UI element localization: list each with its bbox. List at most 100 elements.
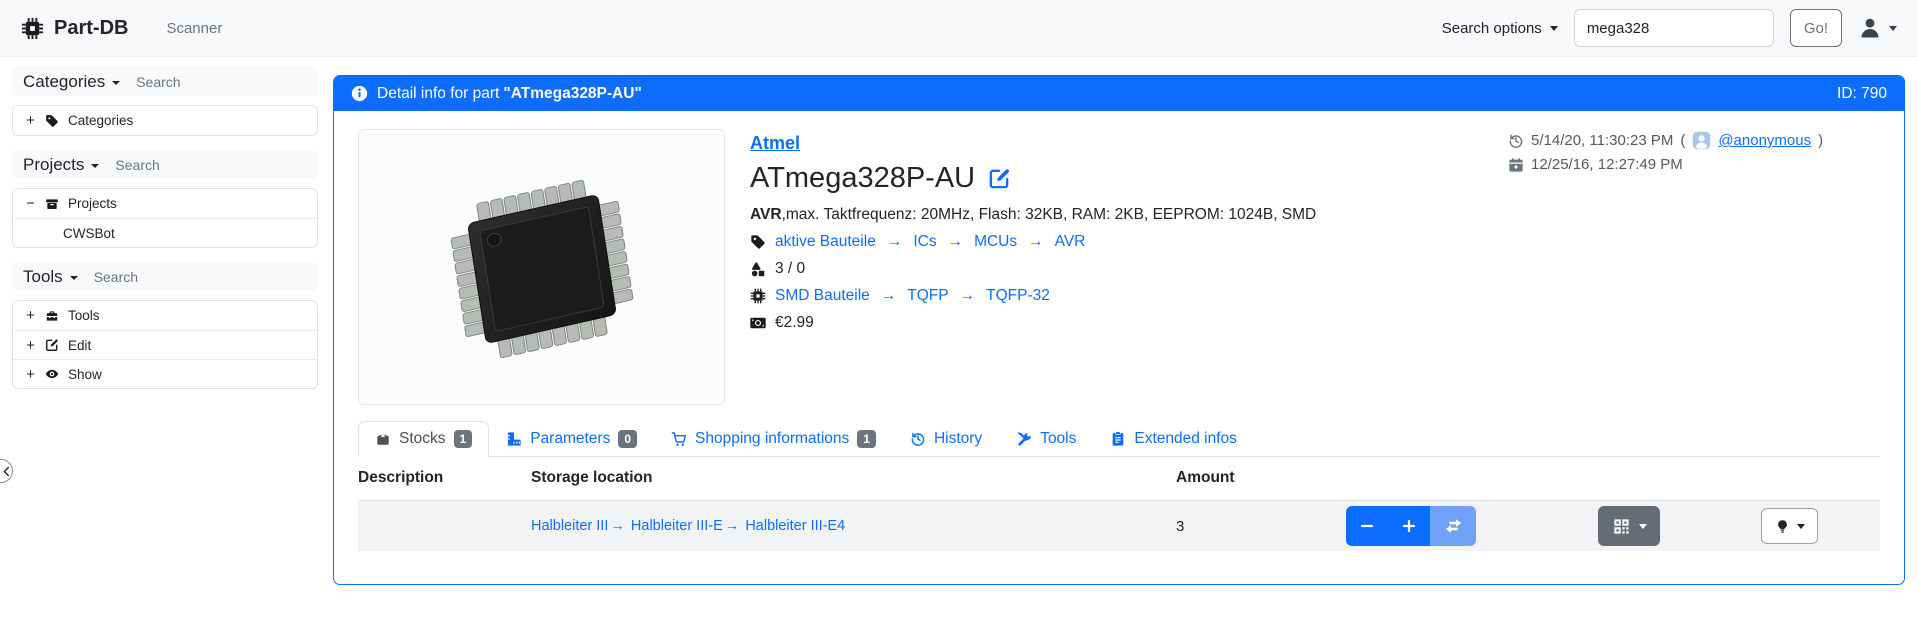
header-part-name: "ATmega328P-AU" bbox=[503, 85, 641, 103]
global-search-input[interactable] bbox=[1574, 9, 1774, 47]
led-locate-dropdown-button[interactable] bbox=[1761, 508, 1818, 544]
tree-item-label: Edit bbox=[68, 338, 91, 353]
tree-item-label: Projects bbox=[68, 196, 117, 211]
projects-search-input[interactable] bbox=[115, 157, 245, 173]
tab-label: Stocks bbox=[399, 430, 446, 448]
projects-title: Projects bbox=[23, 155, 84, 175]
calendar-plus-icon bbox=[1508, 157, 1524, 173]
cart-icon bbox=[671, 431, 687, 447]
categories-search-input[interactable] bbox=[136, 74, 266, 90]
part-meta: 5/14/20, 11:30:23 PM ( @anonymous) 12/25… bbox=[1508, 129, 1880, 405]
right-left-icon bbox=[1445, 519, 1462, 533]
tree-item-projects[interactable]: − Projects bbox=[13, 189, 317, 218]
increase-stock-button[interactable] bbox=[1388, 506, 1430, 546]
footprint-link[interactable]: TQFP bbox=[907, 287, 948, 305]
tools-tree: + Tools + Edit + Show bbox=[12, 300, 318, 389]
arrow-right-icon bbox=[881, 287, 897, 305]
history-clock-icon bbox=[1508, 133, 1524, 149]
expand-icon[interactable]: + bbox=[25, 307, 36, 324]
part-detail-card: Detail info for part "ATmega328P-AU" ID:… bbox=[333, 75, 1905, 585]
move-stock-button[interactable] bbox=[1430, 506, 1476, 546]
tree-item-label: CWSBot bbox=[63, 226, 115, 241]
paren-close: ) bbox=[1818, 132, 1823, 149]
tree-item-tools[interactable]: + Tools bbox=[13, 301, 317, 330]
qrcode-icon bbox=[1612, 517, 1631, 536]
header-prefix: Detail info for part bbox=[377, 85, 499, 103]
expand-icon[interactable]: + bbox=[25, 112, 36, 129]
tab-stocks[interactable]: Stocks 1 bbox=[358, 421, 489, 457]
tools-dropdown[interactable]: Tools bbox=[23, 267, 78, 287]
storage-location-link[interactable]: Halbleiter III-E bbox=[631, 518, 723, 534]
created-datetime: 12/25/16, 12:27:49 PM bbox=[1531, 156, 1683, 173]
chevron-down-icon bbox=[1550, 26, 1558, 31]
search-options-dropdown[interactable]: Search options bbox=[1442, 20, 1558, 37]
stock-amount-value: 3 bbox=[1176, 518, 1346, 535]
chip-photo bbox=[392, 157, 692, 377]
categories-tree: + Categories bbox=[12, 105, 318, 136]
info-circle-icon bbox=[351, 85, 368, 102]
tree-item-label: Tools bbox=[68, 308, 100, 323]
tab-parameters[interactable]: Parameters 0 bbox=[489, 421, 654, 457]
tree-item-categories[interactable]: + Categories bbox=[13, 106, 317, 135]
search-options-label: Search options bbox=[1442, 20, 1542, 37]
category-link[interactable]: ICs bbox=[913, 233, 936, 251]
chevron-down-icon bbox=[91, 164, 99, 168]
tree-item-edit[interactable]: + Edit bbox=[13, 330, 317, 359]
part-tabs: Stocks 1 Parameters 0 Shopping informati… bbox=[358, 421, 1880, 457]
tab-extended-infos[interactable]: Extended infos bbox=[1093, 421, 1254, 457]
projects-dropdown[interactable]: Projects bbox=[23, 155, 99, 175]
manufacturer-link[interactable]: Atmel bbox=[750, 133, 800, 153]
user-menu-dropdown[interactable] bbox=[1858, 16, 1897, 40]
tab-shopping-informations[interactable]: Shopping informations 1 bbox=[654, 421, 893, 457]
tab-label: Parameters bbox=[530, 430, 610, 448]
minus-icon bbox=[1360, 519, 1374, 533]
chevron-down-icon bbox=[1639, 524, 1647, 529]
label-qrcode-dropdown-button[interactable] bbox=[1598, 506, 1660, 546]
expand-icon[interactable]: + bbox=[25, 366, 36, 383]
person-icon bbox=[1858, 16, 1882, 40]
categories-dropdown[interactable]: Categories bbox=[23, 72, 120, 92]
tools-search-input[interactable] bbox=[94, 269, 224, 285]
category-breadcrumb: aktive Bauteile ICs MCUs AVR bbox=[750, 233, 1508, 251]
storage-location-link[interactable]: Halbleiter III-E4 bbox=[745, 518, 845, 534]
category-link[interactable]: MCUs bbox=[974, 233, 1017, 251]
amount-summary: 3 / 0 bbox=[775, 260, 805, 278]
expand-icon[interactable]: + bbox=[25, 337, 36, 354]
sidebar-section-projects-header: Projects bbox=[12, 150, 318, 179]
arrow-right-icon bbox=[948, 233, 964, 251]
toolbox-icon bbox=[45, 309, 59, 323]
collapse-icon[interactable]: − bbox=[25, 195, 36, 212]
nav-link-scanner[interactable]: Scanner bbox=[166, 20, 222, 37]
search-go-button[interactable]: Go! bbox=[1790, 9, 1842, 47]
category-link[interactable]: aktive Bauteile bbox=[775, 233, 876, 251]
tab-tools[interactable]: Tools bbox=[999, 421, 1093, 457]
part-image[interactable] bbox=[358, 129, 725, 405]
sidebar-collapse-toggle[interactable] bbox=[0, 459, 13, 483]
footprint-link[interactable]: TQFP-32 bbox=[986, 287, 1050, 305]
history-icon bbox=[910, 431, 926, 447]
tree-item-cwsbot[interactable]: CWSBot bbox=[13, 218, 317, 247]
part-description: AVR,max. Taktfrequenz: 20MHz, Flash: 32K… bbox=[750, 206, 1508, 224]
decrease-stock-button[interactable] bbox=[1346, 506, 1388, 546]
part-name-title: ATmega328P-AU bbox=[750, 162, 975, 195]
screwdriver-wrench-icon bbox=[1016, 431, 1032, 447]
top-navbar: Part-DB Scanner Search options Go! bbox=[0, 0, 1918, 57]
lightbulb-icon bbox=[1775, 519, 1790, 534]
microchip-icon bbox=[21, 17, 44, 40]
plus-icon bbox=[1402, 519, 1416, 533]
footprint-breadcrumb: SMD Bauteile TQFP TQFP-32 bbox=[750, 287, 1508, 305]
arrow-right-icon bbox=[1028, 233, 1044, 251]
edit-part-icon[interactable] bbox=[988, 167, 1011, 190]
chevron-down-icon bbox=[1797, 524, 1805, 529]
tree-item-label: Categories bbox=[68, 113, 133, 128]
column-header-amount: Amount bbox=[1176, 469, 1346, 487]
modified-user-link[interactable]: @anonymous bbox=[1718, 132, 1811, 149]
footprint-link[interactable]: SMD Bauteile bbox=[775, 287, 870, 305]
tree-item-show[interactable]: + Show bbox=[13, 359, 317, 388]
tab-label: History bbox=[934, 430, 982, 448]
tab-history[interactable]: History bbox=[893, 421, 999, 457]
storage-location-link[interactable]: Halbleiter III bbox=[531, 518, 608, 534]
category-link[interactable]: AVR bbox=[1055, 233, 1086, 251]
app-brand[interactable]: Part-DB bbox=[21, 17, 128, 40]
created-line: 12/25/16, 12:27:49 PM bbox=[1508, 156, 1880, 173]
